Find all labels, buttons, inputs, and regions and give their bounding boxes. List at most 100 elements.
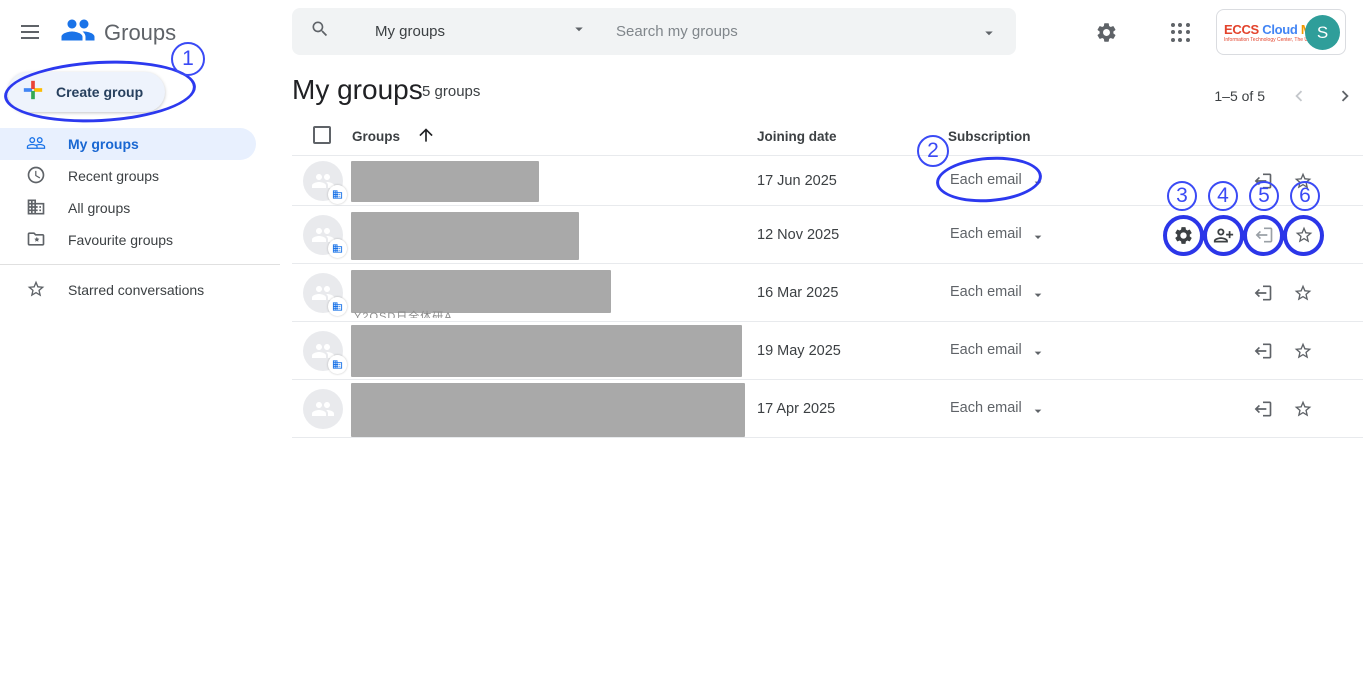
search-input[interactable] (616, 23, 946, 40)
leave-group-icon[interactable] (1245, 163, 1281, 199)
joining-date: 17 Jun 2025 (757, 173, 837, 189)
folder-star-icon (26, 229, 46, 252)
title-row: My groups 5 groups 1–5 of 5 (292, 64, 1363, 116)
redacted-group-name (351, 212, 579, 260)
group-avatar (303, 389, 343, 429)
search-scope-selector[interactable]: My groups (375, 23, 445, 40)
leave-group-icon[interactable] (1245, 391, 1281, 427)
joining-date: 19 May 2025 (757, 343, 841, 359)
eccs-cloud-mail-logo: ECCS Cloud Mail Information Technology C… (1224, 22, 1308, 43)
organization-badge-icon (328, 239, 347, 258)
group-row[interactable]: 17 Apr 2025 Each email (292, 380, 1363, 438)
subscription-dropdown[interactable]: Each email (950, 226, 1022, 242)
joining-date: 17 Apr 2025 (757, 401, 835, 417)
sidebar-item-starred-conversations[interactable]: Starred conversations (0, 274, 280, 306)
sidebar-item-label: All groups (68, 200, 130, 216)
sidebar-item-all-groups[interactable]: All groups (0, 192, 280, 224)
group-row[interactable]: 12 Nov 2025 Each email (292, 206, 1363, 264)
sidebar-item-label: Favourite groups (68, 232, 173, 248)
google-plus-icon (22, 79, 44, 106)
column-header-groups[interactable]: Groups (352, 129, 400, 144)
column-header-subscription[interactable]: Subscription (948, 129, 1031, 144)
group-settings-gear-icon[interactable] (1165, 217, 1201, 253)
redacted-group-name (351, 383, 745, 437)
redacted-group-name (351, 270, 611, 313)
badge-title-cloud: Cloud (1262, 22, 1297, 37)
star-group-icon[interactable] (1285, 275, 1321, 311)
clock-icon (26, 165, 46, 188)
sidebar-nav: My groups Recent groups All groups Favou… (0, 128, 280, 256)
hamburger-menu-icon[interactable] (16, 18, 44, 46)
column-header-joining-date[interactable]: Joining date (757, 129, 837, 144)
settings-gear-icon[interactable] (1089, 15, 1123, 49)
sidebar-item-label: My groups (68, 136, 139, 152)
main-content: My groups 5 groups 1–5 of 5 Groups Joini… (292, 64, 1363, 438)
sidebar-item-label: Starred conversations (68, 282, 204, 298)
add-member-icon[interactable] (1205, 217, 1241, 253)
leave-group-icon[interactable] (1246, 217, 1282, 253)
sort-ascending-icon[interactable] (416, 125, 436, 150)
redacted-group-name (351, 325, 742, 377)
group-avatar (303, 215, 343, 255)
user-avatar[interactable]: S (1305, 15, 1340, 50)
subscription-caret-icon[interactable] (1030, 345, 1046, 366)
subscription-caret-icon[interactable] (1030, 229, 1046, 250)
google-apps-grid-icon[interactable] (1163, 15, 1197, 49)
subscription-dropdown[interactable]: Each email (950, 342, 1022, 358)
sidebar-item-label: Recent groups (68, 168, 159, 184)
group-row[interactable]: Y2OSD日全体研A 16 Mar 2025 Each email (292, 264, 1363, 322)
sidebar-item-favourite-groups[interactable]: Favourite groups (0, 224, 280, 256)
group-row[interactable]: 19 May 2025 Each email (292, 322, 1363, 380)
group-count: 5 groups (422, 83, 480, 100)
groups-logo[interactable]: Groups (60, 12, 176, 53)
star-group-icon[interactable] (1285, 333, 1321, 369)
clipped-text-fragment: Y2OSD日全体研A (354, 310, 453, 318)
sidebar-item-my-groups[interactable]: My groups (0, 128, 256, 160)
organization-badge-icon (328, 185, 347, 204)
people-icon (26, 133, 46, 156)
pagination-label: 1–5 of 5 (1214, 88, 1265, 104)
star-icon (26, 279, 46, 302)
organization-badge-icon (328, 355, 347, 374)
search-options-caret-icon[interactable] (980, 24, 998, 47)
subscription-dropdown[interactable]: Each email (950, 172, 1022, 188)
search-scope-caret-icon[interactable] (570, 20, 588, 43)
account-badge[interactable]: ECCS Cloud Mail Information Technology C… (1216, 9, 1346, 55)
select-all-checkbox[interactable] (313, 126, 331, 144)
badge-title-eccs: ECCS (1224, 22, 1259, 37)
star-group-icon[interactable] (1285, 391, 1321, 427)
star-group-icon[interactable] (1285, 163, 1321, 199)
table-header: Groups Joining date Subscription (292, 116, 1363, 156)
group-avatar (303, 273, 343, 313)
next-page-button[interactable] (1327, 78, 1363, 114)
google-groups-app: Groups My groups ECCS Cl (0, 0, 1363, 675)
leave-group-icon[interactable] (1245, 275, 1281, 311)
pagination: 1–5 of 5 (1214, 78, 1363, 114)
building-icon (26, 197, 46, 220)
leave-group-icon[interactable] (1245, 333, 1281, 369)
subscription-dropdown[interactable]: Each email (950, 284, 1022, 300)
groups-people-icon (60, 12, 96, 53)
subscription-caret-icon[interactable] (1030, 287, 1046, 308)
search-bar[interactable]: My groups (292, 8, 1016, 55)
search-icon (310, 19, 330, 44)
previous-page-button[interactable] (1281, 78, 1317, 114)
subscription-dropdown[interactable]: Each email (950, 400, 1022, 416)
topbar: Groups My groups ECCS Cl (0, 0, 1363, 64)
page-title: My groups (292, 74, 423, 106)
organization-badge-icon (328, 297, 347, 316)
create-group-label: Create group (56, 84, 143, 100)
redacted-group-name (351, 161, 539, 202)
subscription-caret-icon[interactable] (1030, 175, 1046, 196)
group-avatar (303, 331, 343, 371)
create-group-button[interactable]: Create group (8, 72, 165, 112)
sidebar-item-recent-groups[interactable]: Recent groups (0, 160, 280, 192)
sidebar: Create group My groups Recent groups All… (0, 64, 280, 675)
badge-subtitle: Information Technology Center, The Unive… (1224, 37, 1308, 43)
group-row[interactable]: 17 Jun 2025 Each email (292, 156, 1363, 206)
star-group-icon[interactable] (1286, 217, 1322, 253)
subscription-caret-icon[interactable] (1030, 403, 1046, 424)
app-name: Groups (104, 20, 176, 46)
sidebar-divider (0, 264, 280, 265)
joining-date: 12 Nov 2025 (757, 227, 839, 243)
